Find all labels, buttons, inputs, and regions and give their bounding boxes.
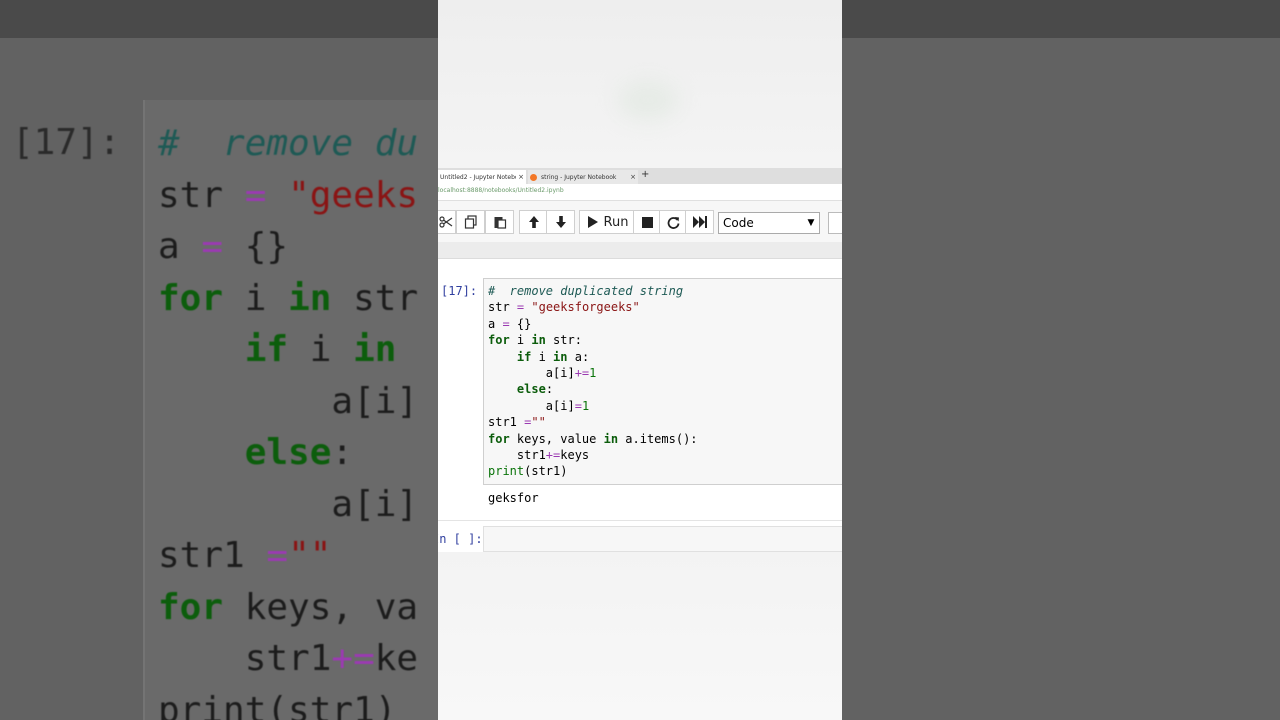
- url-text: localhost:8888/notebooks/Untitled2.ipynb: [438, 187, 564, 194]
- arrow-down-icon: [555, 216, 566, 228]
- tab-string[interactable]: string - Jupyter Notebook ×: [528, 170, 638, 184]
- browser-tab-bar: Untitled2 - Jupyter Notebook × string - …: [438, 168, 842, 184]
- cell-prompt: [17]:: [441, 284, 478, 298]
- blurred-header: [438, 0, 842, 168]
- play-icon: [587, 216, 598, 228]
- code-line: # remove duplicated string: [488, 284, 684, 298]
- background-right-panel: [842, 38, 1280, 720]
- code-line: a[i]=1: [488, 398, 590, 413]
- new-tab-button[interactable]: +: [641, 169, 649, 180]
- notebook-area: [17]: # remove duplicated string str = "…: [438, 259, 842, 720]
- code-line: for i in str:: [488, 333, 582, 348]
- tab-label: string - Jupyter Notebook: [541, 173, 617, 181]
- code-line: a[i]+=1: [488, 366, 597, 381]
- blurred-footer: [438, 552, 842, 720]
- code-line: a = {}: [488, 316, 532, 331]
- restart-icon: [667, 216, 679, 229]
- chevron-down-icon: ▼: [807, 218, 815, 228]
- move-up-button[interactable]: [519, 210, 548, 234]
- tab-close-icon[interactable]: ×: [516, 173, 526, 181]
- empty-code-cell[interactable]: [483, 526, 842, 552]
- empty-cell-prompt: In [ ]:: [438, 532, 483, 546]
- code-editor[interactable]: # remove duplicated string str = "geeksf…: [488, 283, 698, 480]
- fast-forward-icon: [692, 216, 707, 228]
- browser-window: Untitled2 - Jupyter Notebook × string - …: [438, 0, 842, 720]
- cut-button[interactable]: [438, 210, 456, 234]
- interrupt-button[interactable]: [633, 210, 661, 234]
- tab-label: Untitled2 - Jupyter Notebook: [440, 173, 516, 181]
- cell-separator: [438, 520, 842, 521]
- background-code: # remove du str = "geeks a = {} for i in…: [158, 123, 419, 720]
- code-line: else:: [516, 382, 554, 397]
- jupyter-favicon-icon: [530, 173, 537, 181]
- restart-run-all-button[interactable]: [685, 210, 714, 234]
- code-line: print(str1): [488, 464, 568, 479]
- code-line: str = "geeksforgeeks": [488, 300, 640, 315]
- code-cell-input[interactable]: # remove duplicated string str = "geeksf…: [483, 278, 842, 485]
- tab-close-icon[interactable]: ×: [628, 173, 638, 181]
- arrow-up-icon: [528, 216, 539, 228]
- tab-untitled2[interactable]: Untitled2 - Jupyter Notebook ×: [438, 170, 526, 184]
- copy-icon: [464, 215, 477, 229]
- toolbar-divider: [438, 242, 842, 259]
- notebook-toolbar: Run Code ▼: [438, 204, 842, 242]
- paste-icon: [494, 217, 506, 229]
- restart-button[interactable]: [659, 210, 687, 234]
- code-line: str1 ="": [488, 415, 546, 430]
- run-button[interactable]: Run: [579, 210, 636, 234]
- cell-type-value: Code: [723, 216, 754, 230]
- copy-button[interactable]: [456, 210, 485, 234]
- scissors-icon: [439, 216, 453, 228]
- move-down-button[interactable]: [546, 210, 575, 234]
- run-button-label: Run: [603, 214, 629, 230]
- address-bar[interactable]: localhost:8888/notebooks/Untitled2.ipynb: [438, 184, 842, 201]
- command-palette-button[interactable]: [828, 212, 842, 234]
- stop-icon: [641, 216, 653, 228]
- cell-output: geksfor: [488, 491, 539, 505]
- background-prompt: [17]:: [12, 122, 121, 163]
- cell-type-select[interactable]: Code ▼: [718, 212, 820, 234]
- code-line: if i in a:: [516, 349, 590, 364]
- paste-button[interactable]: [485, 210, 514, 234]
- code-line: str1+=keys: [488, 448, 590, 463]
- code-line: for keys, value in a.items():: [488, 431, 698, 446]
